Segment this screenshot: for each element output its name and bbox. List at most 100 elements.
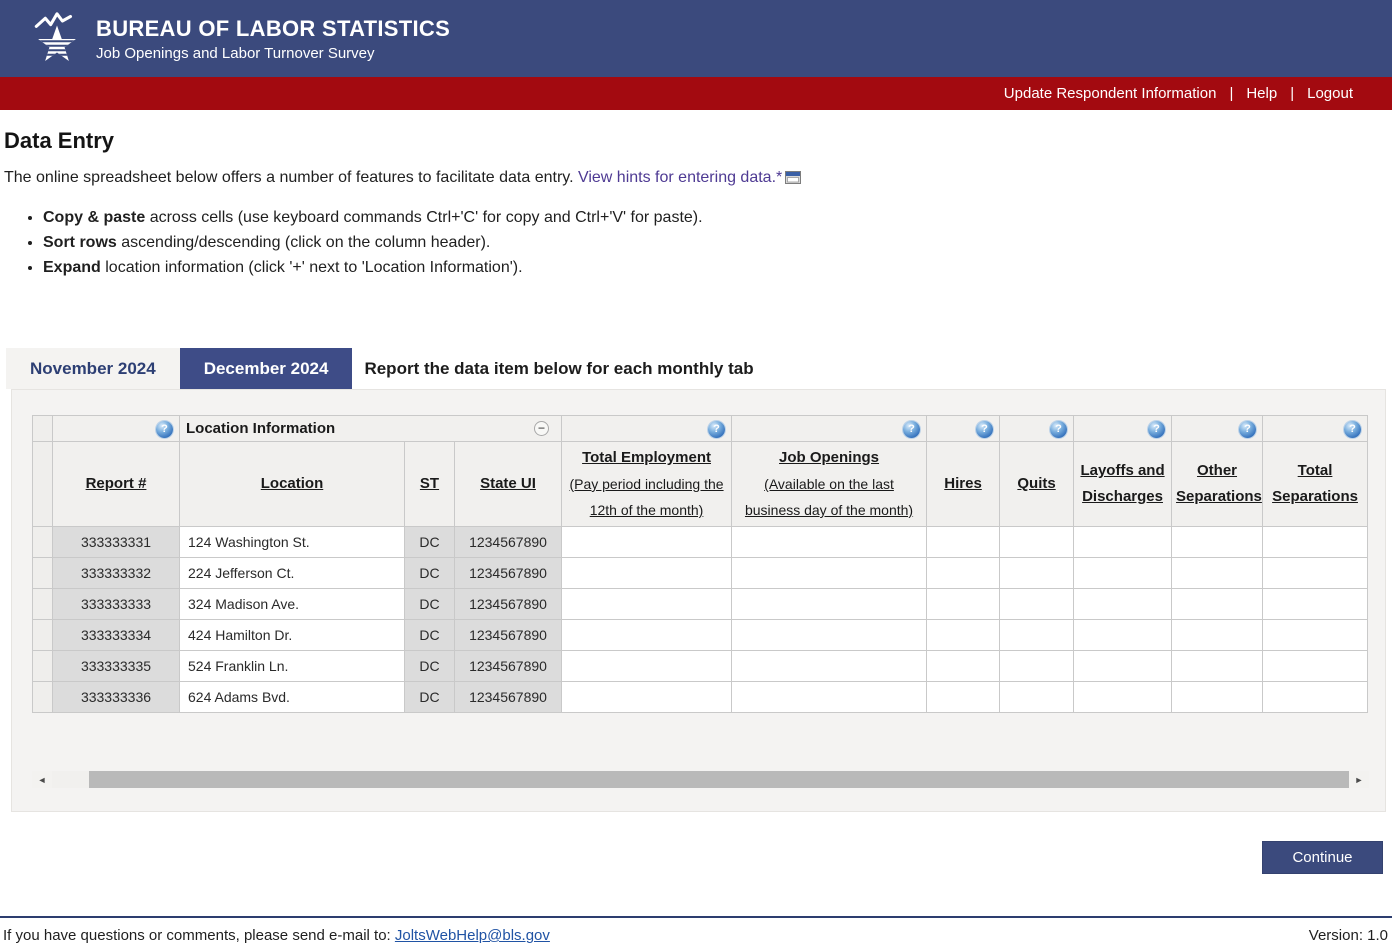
column-header-layoffs-and-discharges[interactable]: Layoffs and Discharges: [1074, 442, 1172, 527]
data-entry-cell-job-openings[interactable]: [732, 620, 927, 651]
scroll-right-button[interactable]: ►: [1349, 771, 1369, 788]
app-header: BUREAU OF LABOR STATISTICS Job Openings …: [0, 0, 1392, 77]
data-entry-cell-other-separations[interactable]: [1172, 651, 1263, 682]
cell-location: 224 Jefferson Ct.: [180, 558, 405, 589]
data-entry-cell-job-openings[interactable]: [732, 682, 927, 713]
help-icon-quits[interactable]: ?: [1050, 421, 1067, 438]
data-entry-cell-total-separations[interactable]: [1263, 651, 1368, 682]
column-title-report-number[interactable]: Report #: [57, 471, 175, 497]
column-title-st[interactable]: ST: [409, 471, 450, 497]
cell-st: DC: [405, 620, 455, 651]
column-header-other-separations[interactable]: Other Separations: [1172, 442, 1263, 527]
data-entry-table: ?Location Information−???????Report #Loc…: [32, 415, 1368, 713]
tab-december-2024[interactable]: December 2024: [180, 348, 353, 389]
data-entry-cell-hires[interactable]: [927, 682, 1000, 713]
column-title-hires[interactable]: Hires: [931, 471, 995, 497]
help-icon-other-separations[interactable]: ?: [1239, 421, 1256, 438]
column-header-st[interactable]: ST: [405, 442, 455, 527]
data-entry-cell-other-separations[interactable]: [1172, 682, 1263, 713]
column-header-hires[interactable]: Hires: [927, 442, 1000, 527]
data-entry-cell-hires[interactable]: [927, 589, 1000, 620]
data-entry-cell-job-openings[interactable]: [732, 589, 927, 620]
nav-logout[interactable]: Logout: [1294, 85, 1366, 102]
data-entry-cell-quits[interactable]: [1000, 620, 1074, 651]
data-entry-cell-quits[interactable]: [1000, 527, 1074, 558]
cell-report-number: 333333335: [53, 651, 180, 682]
email-link[interactable]: JoltsWebHelp@bls.gov: [395, 927, 550, 944]
data-entry-cell-quits[interactable]: [1000, 651, 1074, 682]
data-entry-cell-total-separations[interactable]: [1263, 682, 1368, 713]
continue-button[interactable]: Continue: [1262, 841, 1383, 874]
nav-help[interactable]: Help: [1233, 85, 1290, 102]
data-entry-cell-layoffs-and-discharges[interactable]: [1074, 527, 1172, 558]
data-entry-cell-total-employment[interactable]: [562, 620, 732, 651]
data-entry-cell-layoffs-and-discharges[interactable]: [1074, 682, 1172, 713]
column-header-quits[interactable]: Quits: [1000, 442, 1074, 527]
column-header-total-employment[interactable]: Total Employment(Pay period including th…: [562, 442, 732, 527]
cell-report-number: 333333333: [53, 589, 180, 620]
column-header-location[interactable]: Location: [180, 442, 405, 527]
data-entry-cell-total-employment[interactable]: [562, 527, 732, 558]
data-entry-cell-layoffs-and-discharges[interactable]: [1074, 589, 1172, 620]
data-entry-cell-other-separations[interactable]: [1172, 527, 1263, 558]
column-title-job-openings[interactable]: Job Openings: [736, 445, 922, 471]
data-entry-cell-quits[interactable]: [1000, 589, 1074, 620]
data-entry-cell-hires[interactable]: [927, 620, 1000, 651]
data-entry-cell-total-separations[interactable]: [1263, 527, 1368, 558]
horizontal-scrollbar[interactable]: ◄ ►: [32, 771, 1369, 788]
cell-st: DC: [405, 682, 455, 713]
column-title-total-employment[interactable]: Total Employment: [566, 445, 727, 471]
column-title-quits[interactable]: Quits: [1004, 471, 1069, 497]
cell-location: 124 Washington St.: [180, 527, 405, 558]
data-entry-cell-total-separations[interactable]: [1263, 620, 1368, 651]
continue-row: Continue: [3, 841, 1383, 874]
data-entry-cell-hires[interactable]: [927, 558, 1000, 589]
help-icon-job-openings[interactable]: ?: [903, 421, 920, 438]
collapse-icon[interactable]: −: [534, 421, 549, 436]
data-entry-cell-layoffs-and-discharges[interactable]: [1074, 620, 1172, 651]
view-hints-link[interactable]: View hints for entering data.*: [578, 169, 782, 186]
cell-st: DC: [405, 651, 455, 682]
column-title-other-separations[interactable]: Other Separations: [1176, 458, 1258, 510]
help-icon-layoffs-and-discharges[interactable]: ?: [1148, 421, 1165, 438]
data-entry-cell-total-employment[interactable]: [562, 682, 732, 713]
data-entry-cell-total-employment[interactable]: [562, 651, 732, 682]
data-entry-cell-total-employment[interactable]: [562, 558, 732, 589]
tab-november-2024[interactable]: November 2024: [6, 348, 180, 389]
help-icon-total-employment[interactable]: ?: [708, 421, 725, 438]
data-entry-cell-layoffs-and-discharges[interactable]: [1074, 651, 1172, 682]
table-row: 333333336624 Adams Bvd.DC1234567890: [33, 682, 1368, 713]
column-header-state-ui[interactable]: State UI: [455, 442, 562, 527]
help-icon-total-separations[interactable]: ?: [1344, 421, 1361, 438]
data-entry-cell-job-openings[interactable]: [732, 558, 927, 589]
row-header-corner: [33, 442, 53, 527]
scrollbar-track[interactable]: [52, 771, 1349, 788]
data-entry-cell-other-separations[interactable]: [1172, 620, 1263, 651]
data-entry-cell-other-separations[interactable]: [1172, 558, 1263, 589]
data-entry-cell-quits[interactable]: [1000, 558, 1074, 589]
data-entry-cell-quits[interactable]: [1000, 682, 1074, 713]
data-entry-cell-total-employment[interactable]: [562, 589, 732, 620]
column-header-job-openings[interactable]: Job Openings(Available on the last busin…: [732, 442, 927, 527]
column-title-location[interactable]: Location: [184, 471, 400, 497]
data-entry-cell-job-openings[interactable]: [732, 527, 927, 558]
data-entry-cell-total-separations[interactable]: [1263, 589, 1368, 620]
column-title-state-ui[interactable]: State UI: [459, 471, 557, 497]
column-title-layoffs-and-discharges[interactable]: Layoffs and Discharges: [1078, 458, 1167, 510]
data-entry-cell-job-openings[interactable]: [732, 651, 927, 682]
help-icon-hires[interactable]: ?: [976, 421, 993, 438]
column-title-total-separations[interactable]: Total Separations: [1267, 458, 1363, 510]
scrollbar-thumb[interactable]: [89, 771, 1349, 788]
help-icon-location-information[interactable]: ?: [156, 421, 173, 438]
row-selector-cell: [33, 589, 53, 620]
scroll-left-button[interactable]: ◄: [32, 771, 52, 788]
row-selector-cell: [33, 620, 53, 651]
data-entry-cell-hires[interactable]: [927, 527, 1000, 558]
column-header-total-separations[interactable]: Total Separations: [1263, 442, 1368, 527]
column-header-report-number[interactable]: Report #: [53, 442, 180, 527]
nav-update-respondent-information[interactable]: Update Respondent Information: [991, 85, 1230, 102]
data-entry-cell-other-separations[interactable]: [1172, 589, 1263, 620]
data-entry-cell-total-separations[interactable]: [1263, 558, 1368, 589]
data-entry-cell-hires[interactable]: [927, 651, 1000, 682]
data-entry-cell-layoffs-and-discharges[interactable]: [1074, 558, 1172, 589]
